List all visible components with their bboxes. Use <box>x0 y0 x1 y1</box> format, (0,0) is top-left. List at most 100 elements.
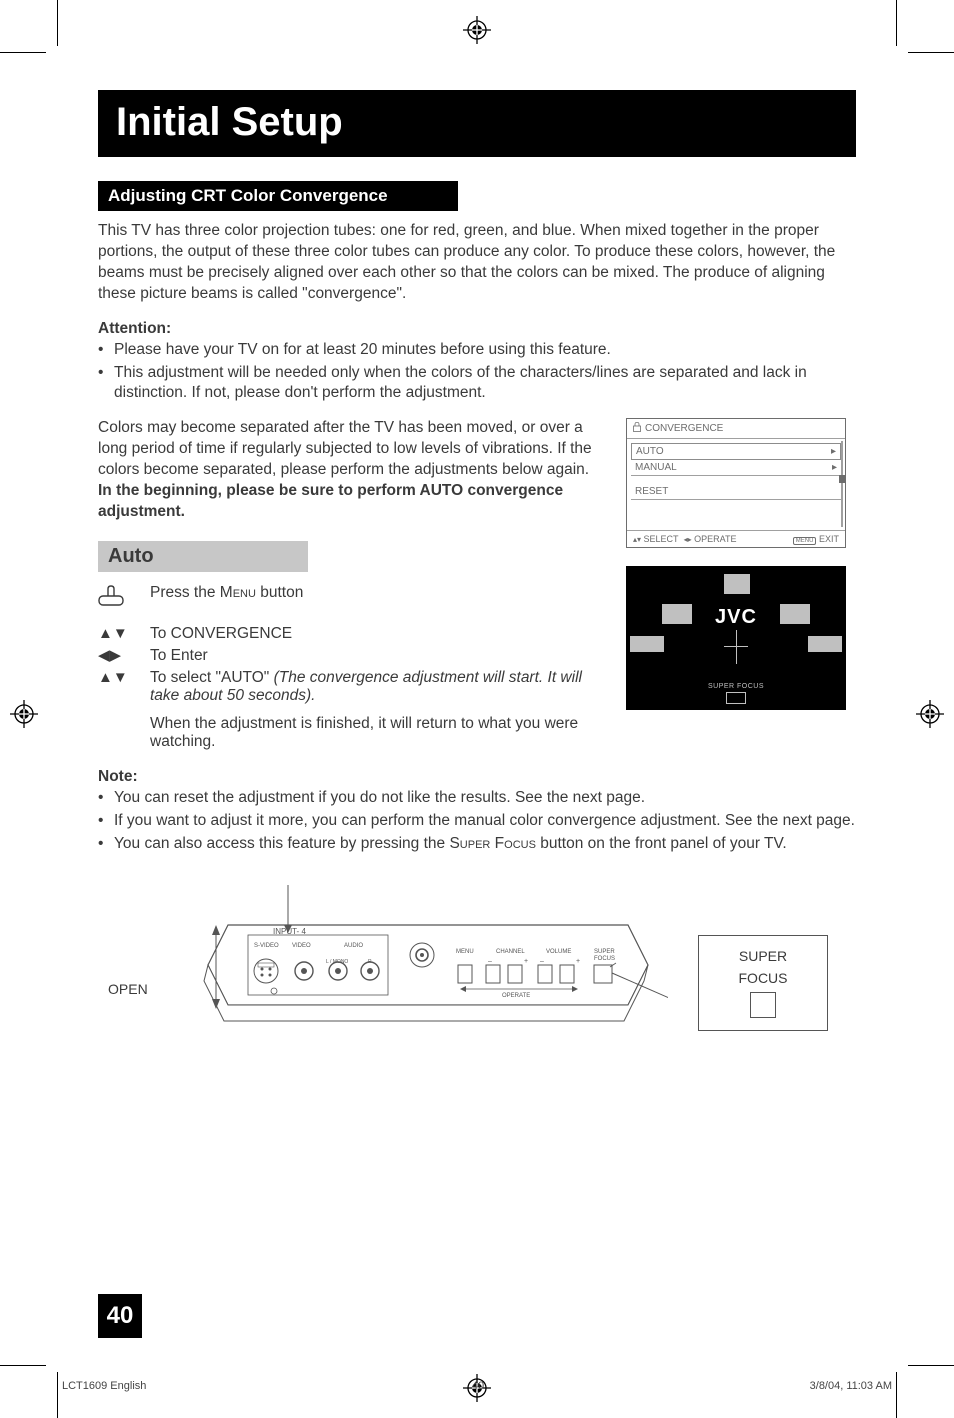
list-item: If you want to adjust it more, you can p… <box>98 811 856 832</box>
svg-text:CHANNEL: CHANNEL <box>496 949 525 955</box>
up-down-icon: ▴▾ <box>633 535 641 544</box>
tv-front-panel-diagram: INPUT- 4 S-VIDEO VIDEO AUDIO L / MONO R <box>108 885 668 1065</box>
crosshair-horizontal <box>724 646 748 647</box>
small-caps: Menu <box>220 584 256 601</box>
step-to-convergence: ▲▼ To CONVERGENCE <box>98 625 602 643</box>
up-down-arrows-icon: ▲▼ <box>98 625 134 643</box>
pattern-block <box>630 636 664 652</box>
crop-mark <box>0 1365 46 1366</box>
attention-list: Please have your TV on for at least 20 m… <box>98 340 856 405</box>
osd-reset-label: RESET <box>635 486 668 497</box>
osd-scrollbar-track <box>841 441 843 527</box>
button-square-icon <box>750 992 776 1018</box>
list-item: This adjustment will be needed only when… <box>98 363 856 405</box>
super-focus-box <box>726 692 746 704</box>
super-focus-label: SUPER FOCUS <box>626 683 846 690</box>
osd-footer: ▴▾ SELECT ◂▸ OPERATE MENU EXIT <box>627 530 845 547</box>
pattern-block <box>808 636 842 652</box>
step-text: To select "AUTO" (The convergence adjust… <box>150 669 602 705</box>
crosshair-vertical <box>736 630 737 664</box>
svg-text:SUPER: SUPER <box>594 949 615 955</box>
content-area: Initial Setup Adjusting CRT Color Conver… <box>62 60 892 1065</box>
osd-convergence-menu: CONVERGENCE AUTO ▸ MANUAL▸ RESET <box>626 418 846 548</box>
right-caret-icon: ▸ <box>831 446 836 457</box>
crop-mark <box>908 1365 954 1366</box>
registration-mark-icon <box>463 16 491 44</box>
footer-left: LCT1609 English <box>62 1380 146 1392</box>
svg-text:+: + <box>576 958 580 965</box>
text: You can also access this feature by pres… <box>114 835 449 852</box>
osd-foot-left: ▴▾ SELECT ◂▸ OPERATE <box>633 534 736 544</box>
osd-foot-right: MENU EXIT <box>793 534 839 544</box>
osd-auto-label: AUTO <box>636 446 664 457</box>
menu-badge: MENU <box>793 537 817 545</box>
registration-mark-icon <box>10 700 38 728</box>
step-text: When the adjustment is finished, it will… <box>150 715 602 751</box>
step-finished: When the adjustment is finished, it will… <box>98 715 602 751</box>
pattern-block <box>724 574 750 594</box>
note-label: Note: <box>98 767 856 788</box>
step-to-enter: ◀▶ To Enter <box>98 647 602 665</box>
auto-heading: Auto <box>98 541 308 572</box>
page: Initial Setup Adjusting CRT Color Conver… <box>0 0 954 1418</box>
text: To select "AUTO" <box>150 669 274 686</box>
pattern-block <box>780 604 810 624</box>
list-item: You can also access this feature by pres… <box>98 834 856 855</box>
moved-paragraph: Colors may become separated after the TV… <box>98 418 602 523</box>
svg-text:MENU: MENU <box>456 949 474 955</box>
page-title: Initial Setup <box>116 100 838 145</box>
text: button on the front panel of your TV. <box>536 835 787 852</box>
registration-mark-icon <box>916 700 944 728</box>
svg-text:AUDIO: AUDIO <box>344 943 363 949</box>
step-text: Press the Menu button <box>150 584 602 602</box>
left-right-arrows-icon: ◀▶ <box>98 647 134 665</box>
callout-line2: FOCUS <box>739 970 788 986</box>
list-item: You can reset the adjustment if you do n… <box>98 788 856 809</box>
text: button <box>256 584 303 601</box>
footer: LCT1609 English 40 3/8/04, 11:03 AM <box>62 1380 892 1392</box>
osd-scrollbar-thumb <box>839 475 845 483</box>
up-down-arrows-icon: ▲▼ <box>98 669 134 687</box>
osd-title: CONVERGENCE <box>645 423 723 434</box>
step-text: To Enter <box>150 647 602 665</box>
svg-text:OPERATE: OPERATE <box>502 993 530 999</box>
crop-mark <box>896 0 897 46</box>
crop-mark <box>908 52 954 53</box>
intro-paragraph: This TV has three color projection tubes… <box>98 221 856 305</box>
text: Press the <box>150 584 220 601</box>
svg-text:+: + <box>524 958 528 965</box>
note-list: You can reset the adjustment if you do n… <box>98 788 856 855</box>
pattern-block <box>662 604 692 624</box>
attention-label: Attention: <box>98 319 856 340</box>
crop-mark <box>896 1372 897 1418</box>
footer-right: 3/8/04, 11:03 AM <box>810 1380 892 1392</box>
super-focus-callout: SUPER FOCUS <box>698 935 828 1031</box>
jvc-logo: JVC <box>715 606 757 629</box>
text: SELECT <box>644 534 679 544</box>
open-label: OPEN <box>108 981 148 997</box>
crop-mark <box>0 52 46 53</box>
text: EXIT <box>819 534 839 544</box>
osd-title-row: CONVERGENCE <box>627 419 845 439</box>
left-right-icon: ◂▸ <box>684 535 692 544</box>
crop-mark <box>57 0 58 46</box>
list-item: Please have your TV on for at least 20 m… <box>98 340 856 361</box>
moved-text: Colors may become separated after the TV… <box>98 419 592 478</box>
svg-text:VIDEO: VIDEO <box>292 943 311 949</box>
osd-manual-row: MANUAL▸ <box>631 460 841 476</box>
osd-auto-row: AUTO ▸ <box>631 443 841 460</box>
svg-text:–: – <box>540 958 544 965</box>
svg-text:–: – <box>488 958 492 965</box>
callout-line1: SUPER <box>739 948 787 964</box>
svg-text:VOLUME: VOLUME <box>546 949 571 955</box>
text: OPERATE <box>694 534 736 544</box>
page-title-bar: Initial Setup <box>98 90 856 157</box>
osd-reset-row: RESET <box>631 484 841 500</box>
step-press-menu: Press the Menu button <box>98 584 602 611</box>
right-column: CONVERGENCE AUTO ▸ MANUAL▸ RESET <box>626 418 856 755</box>
step-select-auto: ▲▼ To select "AUTO" (The convergence adj… <box>98 669 602 705</box>
hand-press-icon <box>98 584 134 611</box>
lock-icon <box>633 422 641 435</box>
right-caret-icon: ▸ <box>832 462 837 473</box>
convergence-pattern-screen: JVC SUPER FOCUS <box>626 566 846 710</box>
